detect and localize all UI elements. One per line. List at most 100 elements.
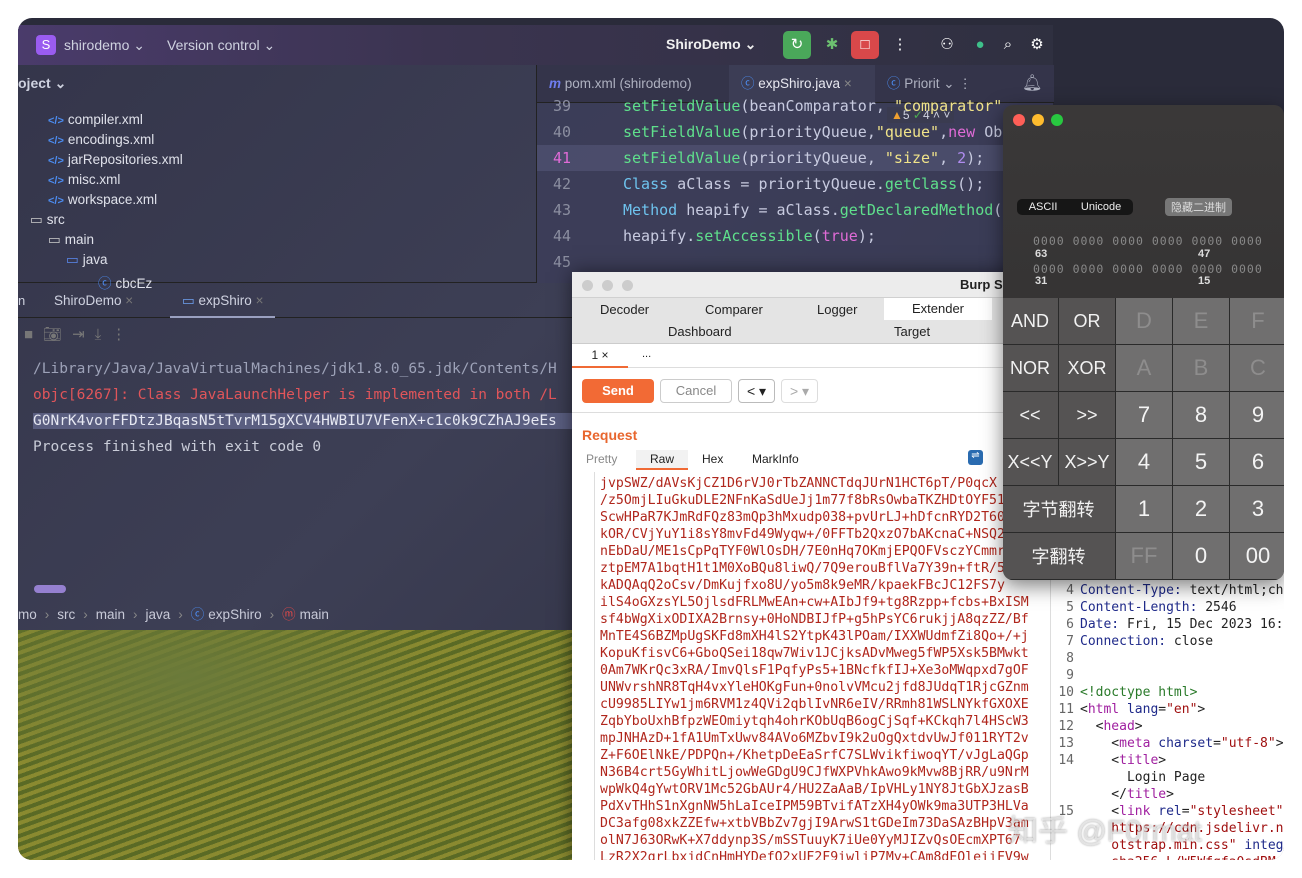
response-line: </title> bbox=[1056, 786, 1174, 803]
calc-key-E[interactable]: E bbox=[1173, 298, 1230, 345]
view-tab-raw[interactable]: Raw bbox=[636, 450, 689, 470]
horizontal-scrollbar[interactable] bbox=[34, 585, 66, 593]
minimize-button[interactable] bbox=[602, 280, 613, 291]
breadcrumb-item[interactable]: java bbox=[146, 607, 171, 622]
calc-key-xxx[interactable]: 字翻转 bbox=[1003, 533, 1116, 580]
encoding-segmented-control: ASCII Unicode bbox=[1017, 199, 1133, 215]
breadcrumb-item[interactable]: main bbox=[300, 607, 329, 622]
calc-key-9[interactable]: 9 bbox=[1230, 392, 1284, 439]
chevron-right-icon: › bbox=[269, 607, 275, 622]
close-button[interactable] bbox=[1013, 114, 1025, 126]
mode-ascii[interactable]: ASCII bbox=[1029, 201, 1058, 213]
search-icon[interactable]: ⌕ bbox=[994, 31, 1022, 59]
view-tab-hex[interactable]: Hex bbox=[702, 452, 723, 466]
calc-key-B[interactable]: B bbox=[1173, 345, 1230, 392]
calc-key-1[interactable]: 1 bbox=[1116, 486, 1173, 533]
response-text: </title> bbox=[1080, 787, 1174, 802]
run-config-selector[interactable]: ShiroDemo ⌄ bbox=[666, 36, 756, 53]
calc-key-xxxx[interactable]: 字节翻转 bbox=[1003, 486, 1116, 533]
calc-key-XxxY[interactable]: X<<Y bbox=[1003, 439, 1059, 486]
code-line: 42 Class aClass = priorityQueue.getClass(… bbox=[537, 171, 1007, 197]
add-user-icon[interactable]: ⚇ bbox=[933, 31, 961, 59]
calc-key-NOR[interactable]: NOR bbox=[1003, 345, 1059, 392]
bit-label: 47 bbox=[1198, 248, 1211, 260]
gear-icon[interactable]: ⚙ bbox=[1023, 31, 1051, 59]
tree-item-jarRepositories-xml[interactable]: </> jarRepositories.xml bbox=[48, 152, 183, 167]
history-forward-button[interactable]: > ▾ bbox=[781, 379, 818, 403]
calc-key-6[interactable]: 6 bbox=[1230, 439, 1284, 486]
request-line: ilS4oGXzsYL5OjlsdFRLMwEAn+cw+AIbJf9+tg8R… bbox=[600, 595, 1029, 610]
calc-key-A[interactable]: A bbox=[1116, 345, 1173, 392]
minimize-button[interactable] bbox=[1032, 114, 1044, 126]
calc-key-OR[interactable]: OR bbox=[1059, 298, 1116, 345]
calc-key-F[interactable]: F bbox=[1230, 298, 1284, 345]
tab-dashboard[interactable]: Dashboard bbox=[668, 324, 732, 339]
calc-key-7[interactable]: 7 bbox=[1116, 392, 1173, 439]
repeater-tab-1[interactable]: 1 × bbox=[572, 344, 628, 368]
response-text: <meta charset="utf-8"> bbox=[1080, 736, 1284, 751]
tab-extender[interactable]: Extender bbox=[884, 298, 992, 320]
calc-key-4[interactable]: 4 bbox=[1116, 439, 1173, 486]
tree-item-main[interactable]: ▭ main bbox=[48, 232, 94, 248]
calc-key-C[interactable]: C bbox=[1230, 345, 1284, 392]
calc-key-5[interactable]: 5 bbox=[1173, 439, 1230, 486]
folder-icon: ▭ bbox=[30, 212, 43, 227]
breadcrumb-item[interactable]: expShiro bbox=[208, 607, 261, 622]
calc-key-AND[interactable]: AND bbox=[1003, 298, 1059, 345]
send-button[interactable]: Send bbox=[582, 379, 654, 403]
console-toolbar[interactable]: ■📷︎⇥⤓⋮ bbox=[24, 325, 136, 343]
repeater-tab-more[interactable]: ... bbox=[642, 348, 651, 360]
binary-row-low[interactable]: 0000 0000 0000 0000 0000 0000 bbox=[1033, 262, 1263, 276]
tab-comparer[interactable]: Comparer bbox=[705, 302, 763, 317]
stop-icon[interactable]: □ bbox=[851, 31, 879, 59]
console-line: G0NrK4vorFFDtzJBqasN5tTvrM15gXCV4HWBIU7V… bbox=[33, 413, 578, 429]
calc-key-0[interactable]: 0 bbox=[1173, 533, 1230, 580]
wrap-lines-icon[interactable]: ⇌ bbox=[968, 450, 983, 465]
breadcrumb-item[interactable]: src bbox=[57, 607, 75, 622]
calc-key-FF[interactable]: FF bbox=[1116, 533, 1173, 580]
run-tab-shirodemo[interactable]: ShiroDemo × bbox=[54, 293, 133, 308]
code-line: 39 setFieldValue(beanComparator, "compara… bbox=[537, 93, 1048, 119]
status-dot-icon[interactable]: ● bbox=[966, 31, 994, 59]
zoom-button[interactable] bbox=[622, 280, 633, 291]
cancel-button[interactable]: Cancel bbox=[660, 379, 732, 403]
project-switcher[interactable]: shirodemo ⌄ bbox=[64, 37, 145, 54]
calc-key-2[interactable]: 2 bbox=[1173, 486, 1230, 533]
breadcrumb-item[interactable]: mo bbox=[18, 607, 37, 622]
calc-key-00[interactable]: 00 bbox=[1230, 533, 1284, 580]
view-tab-markinfo[interactable]: MarkInfo bbox=[752, 452, 799, 466]
tree-item-java[interactable]: ▭ java bbox=[66, 252, 108, 268]
close-button[interactable] bbox=[582, 280, 593, 291]
tab-logger[interactable]: Logger bbox=[817, 302, 857, 317]
calc-key-XxxY[interactable]: X>>Y bbox=[1059, 439, 1116, 486]
mode-unicode[interactable]: Unicode bbox=[1081, 201, 1121, 213]
calc-key-D[interactable]: D bbox=[1116, 298, 1173, 345]
tree-item-workspace-xml[interactable]: </> workspace.xml bbox=[48, 192, 157, 207]
line-number: 39 bbox=[552, 97, 571, 115]
tree-item-misc-xml[interactable]: </> misc.xml bbox=[48, 172, 120, 187]
history-back-button[interactable]: < ▾ bbox=[738, 379, 775, 403]
tree-item-src[interactable]: ▭ src bbox=[30, 212, 65, 228]
zoom-button[interactable] bbox=[1051, 114, 1063, 126]
calc-key-3[interactable]: 3 bbox=[1230, 486, 1284, 533]
calc-key-xx[interactable]: >> bbox=[1059, 392, 1116, 439]
tree-item-compiler-xml[interactable]: </> compiler.xml bbox=[48, 112, 143, 127]
run-tab-expshiro[interactable]: ▭ expShiro × bbox=[170, 283, 276, 318]
tab-decoder[interactable]: Decoder bbox=[600, 302, 649, 317]
version-control-menu[interactable]: Version control ⌄ bbox=[167, 37, 275, 54]
tree-item-encodings-xml[interactable]: </> encodings.xml bbox=[48, 132, 154, 147]
calc-key-8[interactable]: 8 bbox=[1173, 392, 1230, 439]
view-tab-pretty[interactable]: Pretty bbox=[586, 452, 617, 466]
xml-file-icon: </> bbox=[48, 195, 64, 207]
hide-binary-button[interactable]: 隐藏二进制 bbox=[1165, 198, 1232, 216]
calc-key-xx[interactable]: << bbox=[1003, 392, 1059, 439]
rerun-icon[interactable]: ↻ bbox=[783, 31, 811, 59]
more-icon[interactable]: ⋮ bbox=[886, 31, 914, 59]
breadcrumb-item[interactable]: main bbox=[96, 607, 125, 622]
project-view-selector[interactable]: oject ⌄ bbox=[18, 75, 66, 92]
calc-key-XOR[interactable]: XOR bbox=[1059, 345, 1116, 392]
debug-bug-icon[interactable]: ✱ bbox=[818, 31, 846, 59]
line-number: 6 bbox=[1066, 617, 1074, 632]
binary-row-high[interactable]: 0000 0000 0000 0000 0000 0000 bbox=[1033, 234, 1263, 248]
tab-target[interactable]: Target bbox=[894, 324, 930, 339]
